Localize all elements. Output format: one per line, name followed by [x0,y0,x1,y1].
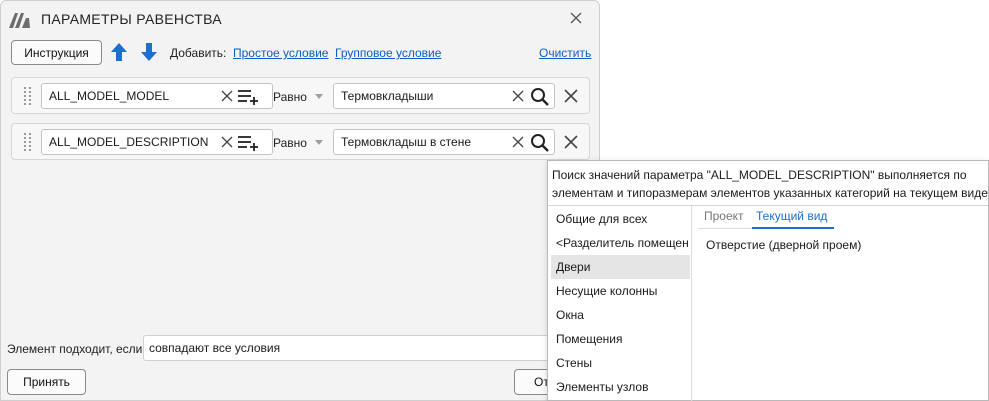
parameters-dialog: ПАРАМЕТРЫ РАВЕНСТВА Инструкция Добавить:… [0,0,600,401]
match-mode-label: Элемент подходит, если [7,342,143,356]
chevron-down-icon[interactable] [315,140,323,145]
app-logo-icon [9,13,30,28]
parameter-value: ALL_MODEL_MODEL [49,89,170,103]
popup-info-text: Поиск значений параметра "ALL_MODEL_DESC… [552,168,988,200]
accept-button[interactable]: Принять [7,369,86,395]
add-simple-condition-link[interactable]: Простое условие [233,46,328,60]
search-icon[interactable] [530,133,550,153]
tab-current-view[interactable]: Текущий вид [756,209,827,223]
operator-select[interactable]: Равно [273,136,307,150]
parameter-value: ALL_MODEL_DESCRIPTION [49,135,209,149]
tab-project[interactable]: Проект [704,209,744,223]
search-icon[interactable] [530,87,550,107]
category-item-selected[interactable]: Двери [551,255,690,279]
instruction-button[interactable]: Инструкция [11,40,102,65]
category-item[interactable]: <Разделитель помещен [551,231,690,255]
match-mode-value: совпадают все условия [149,341,281,355]
divider [691,206,692,401]
value-list-item[interactable]: Отверстие (дверной проем) [706,238,861,252]
clear-icon[interactable] [221,136,233,148]
match-mode-select[interactable]: совпадают все условия [143,335,563,361]
delete-condition-icon[interactable] [564,89,578,103]
clear-icon[interactable] [512,136,524,148]
category-item[interactable]: Несущие колонны [551,279,690,303]
delete-condition-icon[interactable] [564,135,578,149]
clear-icon[interactable] [512,90,524,102]
category-item[interactable]: Окна [551,303,690,327]
dialog-title: ПАРАМЕТРЫ РАВЕНСТВА [41,11,222,27]
close-icon[interactable] [568,10,584,26]
chevron-down-icon[interactable] [315,94,323,99]
parameter-list-add-icon[interactable] [238,134,260,151]
clear-icon[interactable] [221,90,233,102]
category-list: Общие для всех <Разделитель помещен Двер… [551,206,691,401]
condition-value: Термовкладыши [341,89,434,103]
move-down-icon[interactable] [140,42,158,62]
condition-row: ALL_MODEL_MODEL Равно Термовкладыши [11,77,590,114]
operator-select[interactable]: Равно [273,90,307,104]
drag-handle-icon[interactable] [24,133,32,151]
drag-handle-icon[interactable] [24,87,32,105]
move-up-icon[interactable] [110,42,128,62]
parameter-list-add-icon[interactable] [238,88,260,105]
add-label: Добавить: [170,46,227,60]
category-item[interactable]: Стены [551,351,690,375]
category-item[interactable]: Элементы узлов [551,375,690,399]
clear-link[interactable]: Очистить [539,46,591,60]
value-search-popup: Поиск значений параметра "ALL_MODEL_DESC… [547,160,989,401]
category-item[interactable]: Помещения [551,327,690,351]
title-bar: ПАРАМЕТРЫ РАВЕНСТВА [1,1,599,37]
condition-row: ALL_MODEL_DESCRIPTION Равно Термовкладыш… [11,123,590,160]
add-group-condition-link[interactable]: Групповое условие [335,46,441,60]
category-item[interactable]: Общие для всех [551,207,690,231]
condition-value: Термовкладыш в стене [341,135,471,149]
active-tab-indicator [752,227,834,229]
